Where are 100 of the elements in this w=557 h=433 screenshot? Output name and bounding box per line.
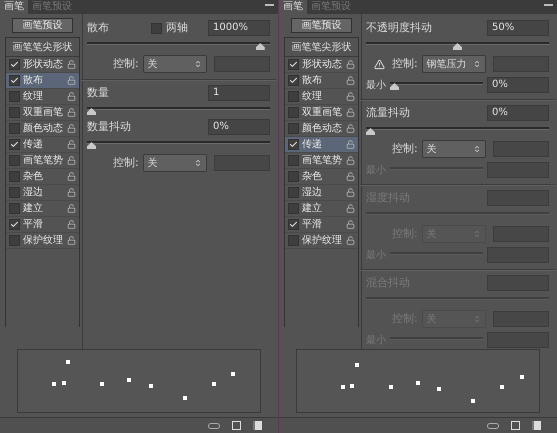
value-field[interactable]: 50%: [487, 20, 549, 36]
list-item[interactable]: 保护纹理: [285, 233, 358, 249]
brush-presets-button[interactable]: 画笔预设: [12, 18, 73, 33]
list-item[interactable]: 双重画笔: [6, 105, 79, 121]
list-item[interactable]: 画笔笔势: [6, 153, 79, 169]
lock-icon[interactable]: [346, 124, 355, 133]
list-item[interactable]: 画笔笔势: [285, 153, 358, 169]
panel-tab[interactable]: 画笔: [0, 0, 28, 14]
lock-icon[interactable]: [67, 92, 76, 101]
checkbox[interactable]: [9, 75, 20, 86]
lock-icon[interactable]: [346, 220, 355, 229]
control-dropdown[interactable]: 关: [142, 154, 207, 172]
value-field[interactable]: 0%: [487, 105, 549, 121]
lock-icon[interactable]: [67, 140, 76, 149]
checkbox[interactable]: [9, 203, 20, 214]
list-item[interactable]: 形状动态: [285, 57, 358, 73]
checkbox[interactable]: [9, 171, 20, 182]
list-item[interactable]: 颜色动态: [6, 121, 79, 137]
lock-icon[interactable]: [67, 204, 76, 213]
checkbox-label: 两轴: [166, 20, 188, 36]
checkbox[interactable]: [288, 59, 299, 70]
value-field[interactable]: 0%: [208, 119, 270, 135]
dropdown-caret-icon: [472, 60, 481, 68]
new-page-icon[interactable]: [532, 421, 541, 430]
new-page-icon[interactable]: [253, 421, 262, 430]
checkbox[interactable]: [288, 171, 299, 182]
lock-icon[interactable]: [346, 156, 355, 165]
setting-label: 数量抖动: [87, 118, 131, 135]
list-item[interactable]: 湿边: [285, 185, 358, 201]
checkbox[interactable]: [151, 22, 162, 34]
lock-icon[interactable]: [67, 124, 76, 133]
panel-tab[interactable]: 画笔: [279, 0, 307, 14]
checkbox[interactable]: [288, 123, 299, 134]
list-item[interactable]: 散布: [6, 73, 79, 89]
list-item[interactable]: 平滑: [6, 217, 79, 233]
list-item[interactable]: 保护纹理: [6, 233, 79, 249]
brush-presets-button[interactable]: 画笔预设: [291, 18, 352, 33]
lock-icon[interactable]: [67, 220, 76, 229]
list-item[interactable]: 双重画笔: [285, 105, 358, 121]
lock-icon[interactable]: [346, 108, 355, 117]
list-item[interactable]: 散布: [285, 73, 358, 89]
checkbox[interactable]: [288, 75, 299, 86]
checkbox[interactable]: [9, 107, 20, 118]
checkbox[interactable]: [9, 155, 20, 166]
lock-icon[interactable]: [67, 188, 76, 197]
list-item[interactable]: 平滑: [285, 217, 358, 233]
lock-icon[interactable]: [67, 76, 76, 85]
list-item[interactable]: 湿边: [6, 185, 79, 201]
control-dropdown[interactable]: 关: [142, 55, 207, 73]
checkbox[interactable]: [288, 219, 299, 230]
dropdown-caret-icon: [194, 60, 202, 68]
checkbox[interactable]: [288, 107, 299, 118]
checkbox[interactable]: [288, 187, 299, 198]
lock-icon[interactable]: [67, 236, 76, 245]
checkbox[interactable]: [288, 203, 299, 214]
checkbox[interactable]: [288, 155, 299, 166]
checkbox[interactable]: [288, 139, 299, 150]
value-field[interactable]: 0%: [487, 77, 549, 93]
list-item[interactable]: 纹理: [6, 89, 79, 105]
lock-icon[interactable]: [346, 140, 355, 149]
lock-icon[interactable]: [346, 92, 355, 101]
lock-icon[interactable]: [67, 172, 76, 181]
lock-icon[interactable]: [67, 60, 76, 69]
checkbox[interactable]: [288, 235, 299, 246]
lock-icon[interactable]: [67, 108, 76, 117]
checkbox[interactable]: [9, 91, 20, 102]
setting-label: 不透明度抖动: [366, 20, 432, 36]
lock-icon[interactable]: [67, 156, 76, 165]
list-item[interactable]: 画笔笔尖形状: [285, 38, 358, 57]
list-item[interactable]: 传递: [6, 137, 79, 153]
checkbox[interactable]: [288, 91, 299, 102]
lock-icon[interactable]: [346, 76, 355, 85]
value-field: [487, 332, 549, 348]
checkbox[interactable]: [9, 219, 20, 230]
list-item[interactable]: 纹理: [285, 89, 358, 105]
dropdown-caret-icon: [472, 145, 481, 153]
lock-icon[interactable]: [346, 60, 355, 69]
lock-icon[interactable]: [346, 204, 355, 213]
checkbox[interactable]: [9, 123, 20, 134]
control-dropdown[interactable]: 关: [422, 140, 486, 158]
dropdown-caret-icon: [472, 230, 481, 238]
lock-icon[interactable]: [346, 172, 355, 181]
list-item[interactable]: 杂色: [6, 169, 79, 185]
lock-icon[interactable]: [346, 188, 355, 197]
list-item[interactable]: 传递: [285, 137, 358, 153]
value-field[interactable]: 1: [208, 85, 270, 101]
control-label: 控制:: [392, 140, 418, 157]
control-dropdown[interactable]: 钢笔压力: [422, 55, 486, 73]
checkbox[interactable]: [9, 235, 20, 246]
checkbox[interactable]: [9, 139, 20, 150]
control-label: 控制:: [113, 56, 139, 72]
list-item[interactable]: 建立: [285, 201, 358, 217]
control-label: 控制:: [392, 56, 418, 72]
list-item[interactable]: 建立: [6, 201, 79, 217]
checkbox[interactable]: [9, 187, 20, 198]
value-field[interactable]: 1000%: [208, 20, 270, 36]
checkbox[interactable]: [9, 59, 20, 70]
list-item[interactable]: 杂色: [285, 169, 358, 185]
lock-icon[interactable]: [346, 236, 355, 245]
list-item[interactable]: 画笔笔尖形状: [6, 38, 79, 57]
